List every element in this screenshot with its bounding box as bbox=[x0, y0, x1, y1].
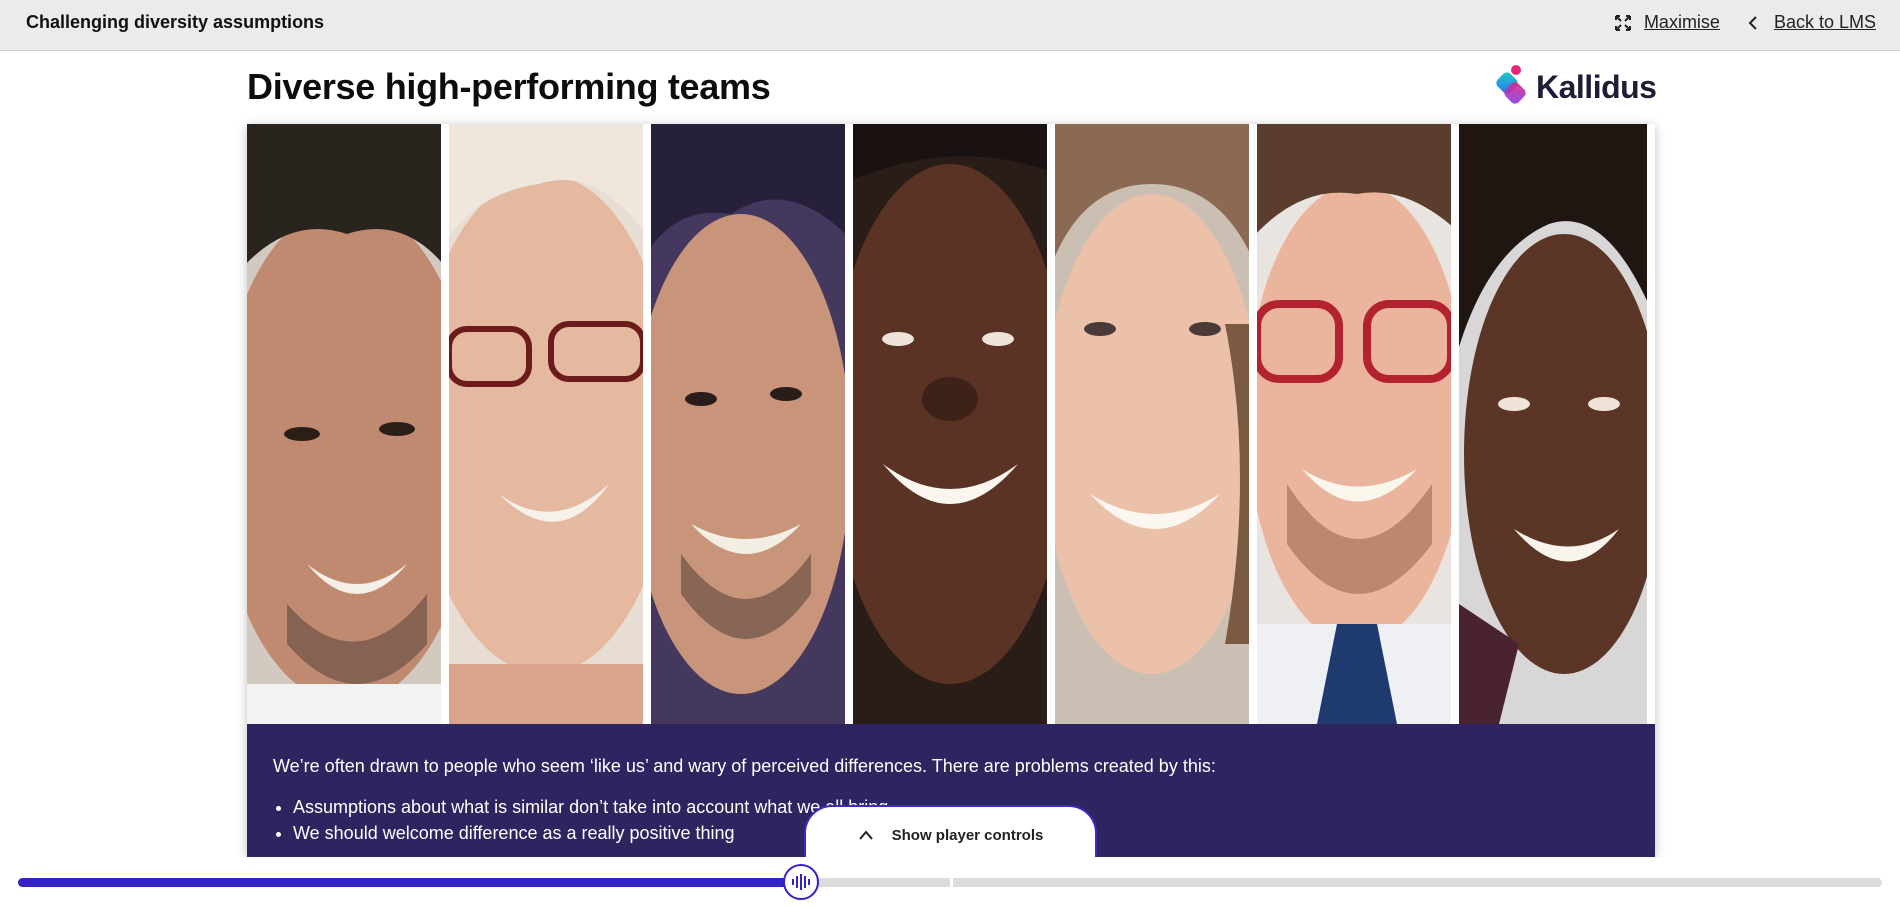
top-actions: Maximise Back to LMS bbox=[1614, 12, 1876, 33]
maximise-label: Maximise bbox=[1643, 12, 1720, 32]
portrait-image bbox=[1257, 124, 1451, 724]
progress-scrubber[interactable] bbox=[782, 864, 819, 900]
slide-title: Diverse high-performing teams bbox=[247, 66, 771, 107]
portrait-image bbox=[1459, 124, 1647, 724]
progress-track[interactable] bbox=[18, 875, 1882, 890]
maximise-icon bbox=[1614, 14, 1632, 32]
kallidus-logo-mark-icon bbox=[1494, 64, 1528, 110]
maximise-button[interactable]: Maximise bbox=[1614, 12, 1720, 33]
portrait-strip bbox=[247, 124, 1655, 724]
top-bar: Challenging diversity assumptions Maximi… bbox=[0, 0, 1900, 51]
progress-area bbox=[0, 857, 1900, 908]
chevron-up-icon bbox=[858, 829, 874, 841]
section-marker bbox=[950, 875, 953, 890]
progress-fill bbox=[18, 878, 801, 887]
intro-text: We’re often drawn to people who seem ‘li… bbox=[273, 756, 1216, 776]
portrait-image bbox=[247, 124, 441, 724]
portrait-image bbox=[651, 124, 845, 724]
kallidus-logo-text: Kallidus bbox=[1536, 68, 1657, 105]
slide-card: We’re often drawn to people who seem ‘li… bbox=[247, 124, 1655, 857]
show-player-controls-label: Show player controls bbox=[891, 826, 1044, 844]
portrait-image bbox=[1055, 124, 1249, 724]
portrait-image bbox=[449, 124, 643, 724]
kallidus-logo: Kallidus bbox=[1494, 64, 1657, 110]
portrait-image bbox=[853, 124, 1047, 724]
show-player-controls-button[interactable]: Show player controls bbox=[804, 805, 1097, 863]
back-to-lms-label: Back to LMS bbox=[1773, 12, 1876, 32]
back-to-lms-link[interactable]: Back to LMS bbox=[1746, 12, 1876, 33]
audio-bars-icon bbox=[791, 873, 811, 891]
course-title: Challenging diversity assumptions bbox=[26, 12, 325, 32]
chevron-left-icon bbox=[1746, 14, 1760, 32]
